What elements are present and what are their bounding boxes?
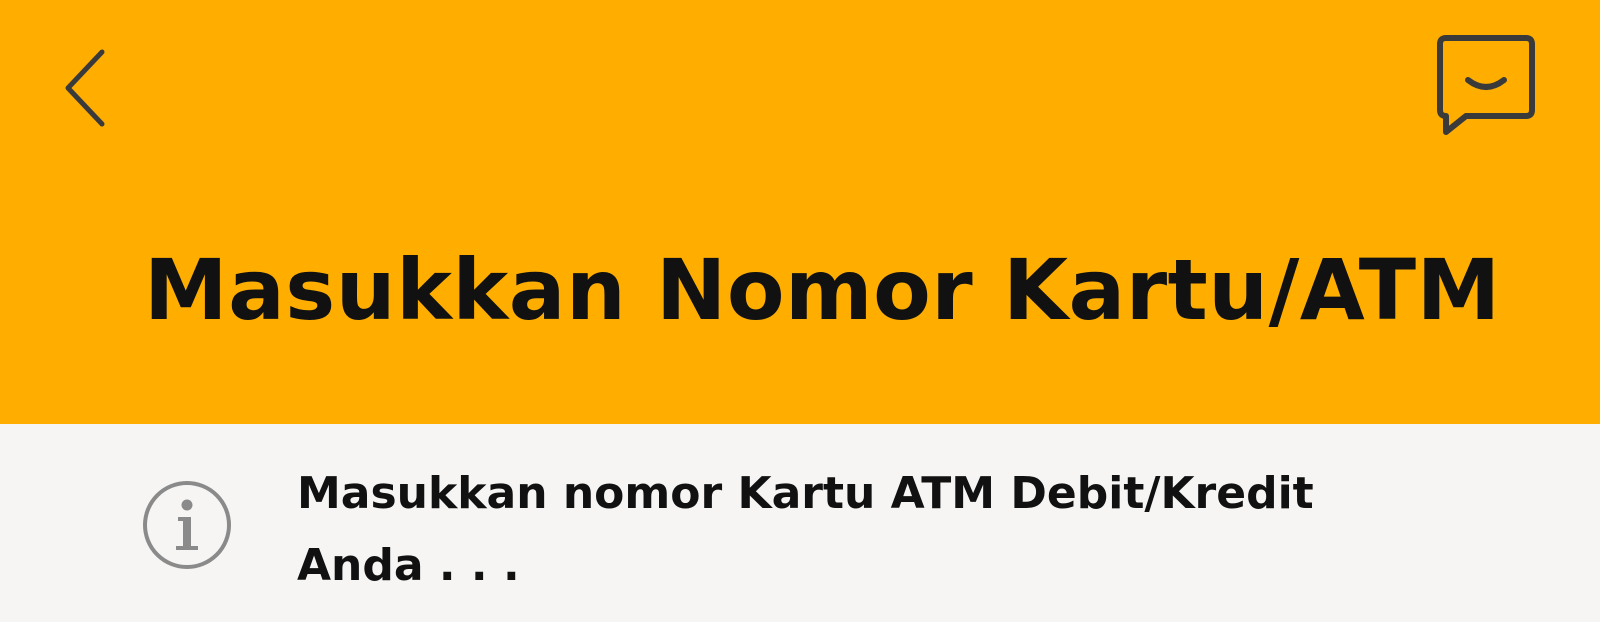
back-button[interactable] <box>50 40 120 140</box>
page-title: Masukkan Nomor Kartu/ATM <box>144 241 1501 339</box>
screen: Masukkan Nomor Kartu/ATM Masukkan nomor … <box>0 0 1600 622</box>
chevron-left-icon <box>65 49 105 127</box>
info-message: Masukkan nomor Kartu ATM Debit/Kredit An… <box>297 468 1314 591</box>
info-section: Masukkan nomor Kartu ATM Debit/Kredit An… <box>0 424 1600 622</box>
info-circle-icon <box>140 478 234 572</box>
smile-chat-bubble-icon <box>1437 35 1535 135</box>
chat-button[interactable] <box>1426 30 1546 142</box>
header: Masukkan Nomor Kartu/ATM <box>0 0 1600 424</box>
